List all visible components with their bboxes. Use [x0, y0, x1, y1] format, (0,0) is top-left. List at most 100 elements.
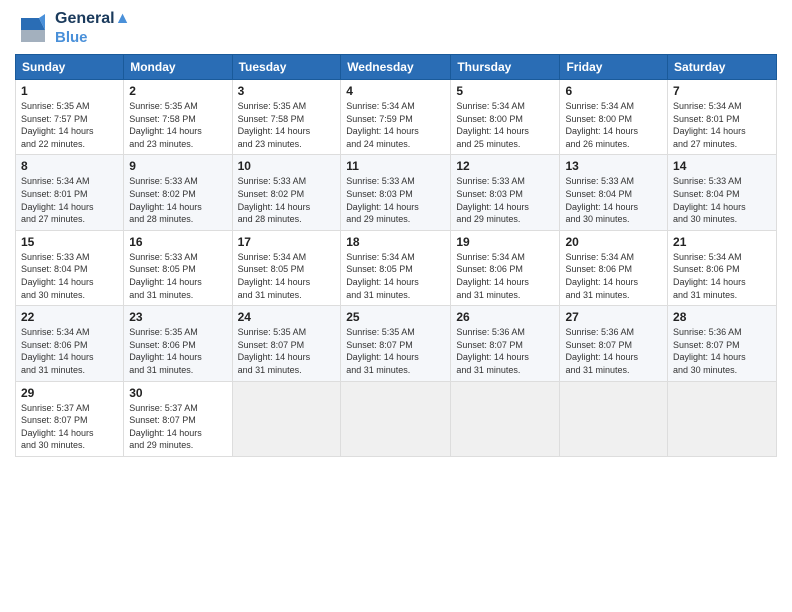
calendar-cell: 25 Sunrise: 5:35 AM Sunset: 8:07 PM Dayli…: [341, 306, 451, 381]
day-info: Sunrise: 5:36 AM Sunset: 8:07 PM Dayligh…: [456, 326, 554, 376]
calendar-cell: [341, 381, 451, 456]
calendar-week-row: 15 Sunrise: 5:33 AM Sunset: 8:04 PM Dayli…: [16, 230, 777, 305]
day-info: Sunrise: 5:34 AM Sunset: 8:05 PM Dayligh…: [346, 251, 445, 301]
day-number: 14: [673, 159, 771, 173]
calendar-cell: 24 Sunrise: 5:35 AM Sunset: 8:07 PM Dayli…: [232, 306, 341, 381]
day-number: 22: [21, 310, 118, 324]
day-number: 13: [565, 159, 662, 173]
day-number: 6: [565, 84, 662, 98]
day-number: 18: [346, 235, 445, 249]
day-number: 24: [238, 310, 336, 324]
col-header-saturday: Saturday: [668, 55, 777, 80]
calendar-cell: 2 Sunrise: 5:35 AM Sunset: 7:58 PM Daylig…: [124, 80, 232, 155]
logo-text-container: General▲ Blue: [55, 10, 130, 46]
col-header-friday: Friday: [560, 55, 668, 80]
calendar-cell: 6Sunrise: 5:34 AM Sunset: 8:00 PM Daylig…: [560, 80, 668, 155]
calendar-cell: 15 Sunrise: 5:33 AM Sunset: 8:04 PM Dayli…: [16, 230, 124, 305]
calendar-week-row: 29 Sunrise: 5:37 AM Sunset: 8:07 PM Dayli…: [16, 381, 777, 456]
calendar-cell: [668, 381, 777, 456]
day-info: Sunrise: 5:35 AM Sunset: 8:07 PM Dayligh…: [346, 326, 445, 376]
col-header-thursday: Thursday: [451, 55, 560, 80]
day-number: 2: [129, 84, 226, 98]
day-number: 16: [129, 235, 226, 249]
day-number: 23: [129, 310, 226, 324]
calendar-cell: 1Sunrise: 5:35 AM Sunset: 7:57 PM Daylig…: [16, 80, 124, 155]
calendar-cell: [451, 381, 560, 456]
calendar-cell: 9Sunrise: 5:33 AM Sunset: 8:02 PM Daylig…: [124, 155, 232, 230]
calendar-cell: 28 Sunrise: 5:36 AM Sunset: 8:07 PM Dayli…: [668, 306, 777, 381]
day-info: Sunrise: 5:35 AM Sunset: 8:06 PM Dayligh…: [129, 326, 226, 376]
calendar-cell: 21 Sunrise: 5:34 AM Sunset: 8:06 PM Dayli…: [668, 230, 777, 305]
col-header-tuesday: Tuesday: [232, 55, 341, 80]
day-number: 8: [21, 159, 118, 173]
calendar-cell: 3 Sunrise: 5:35 AM Sunset: 7:58 PM Daylig…: [232, 80, 341, 155]
day-info: Sunrise: 5:35 AM Sunset: 7:58 PM Dayligh…: [129, 100, 226, 150]
calendar-cell: 16 Sunrise: 5:33 AM Sunset: 8:05 PM Dayli…: [124, 230, 232, 305]
calendar-cell: 19 Sunrise: 5:34 AM Sunset: 8:06 PM Dayli…: [451, 230, 560, 305]
col-header-wednesday: Wednesday: [341, 55, 451, 80]
calendar-cell: [232, 381, 341, 456]
logo: General▲ Blue: [15, 10, 130, 46]
calendar-week-row: 22 Sunrise: 5:34 AM Sunset: 8:06 PM Dayli…: [16, 306, 777, 381]
day-number: 29: [21, 386, 118, 400]
calendar-cell: 26Sunrise: 5:36 AM Sunset: 8:07 PM Dayli…: [451, 306, 560, 381]
day-info: Sunrise: 5:37 AM Sunset: 8:07 PM Dayligh…: [21, 402, 118, 452]
day-number: 3: [238, 84, 336, 98]
calendar-cell: 13Sunrise: 5:33 AM Sunset: 8:04 PM Dayli…: [560, 155, 668, 230]
page: General▲ Blue SundayMondayTuesdayWednesd…: [0, 0, 792, 612]
day-number: 25: [346, 310, 445, 324]
calendar-cell: 11Sunrise: 5:33 AM Sunset: 8:03 PM Dayli…: [341, 155, 451, 230]
logo-svg: [15, 10, 51, 46]
day-info: Sunrise: 5:36 AM Sunset: 8:07 PM Dayligh…: [673, 326, 771, 376]
calendar-cell: 29 Sunrise: 5:37 AM Sunset: 8:07 PM Dayli…: [16, 381, 124, 456]
calendar-cell: 4 Sunrise: 5:34 AM Sunset: 7:59 PM Daylig…: [341, 80, 451, 155]
day-info: Sunrise: 5:37 AM Sunset: 8:07 PM Dayligh…: [129, 402, 226, 452]
col-header-sunday: Sunday: [16, 55, 124, 80]
day-number: 12: [456, 159, 554, 173]
day-number: 28: [673, 310, 771, 324]
day-number: 10: [238, 159, 336, 173]
day-number: 9: [129, 159, 226, 173]
day-number: 19: [456, 235, 554, 249]
calendar-cell: 7 Sunrise: 5:34 AM Sunset: 8:01 PM Daylig…: [668, 80, 777, 155]
day-number: 7: [673, 84, 771, 98]
day-info: Sunrise: 5:33 AM Sunset: 8:02 PM Dayligh…: [238, 175, 336, 225]
day-info: Sunrise: 5:34 AM Sunset: 7:59 PM Dayligh…: [346, 100, 445, 150]
day-number: 17: [238, 235, 336, 249]
day-info: Sunrise: 5:34 AM Sunset: 8:06 PM Dayligh…: [456, 251, 554, 301]
calendar-cell: 18 Sunrise: 5:34 AM Sunset: 8:05 PM Dayli…: [341, 230, 451, 305]
day-number: 30: [129, 386, 226, 400]
calendar-cell: 5Sunrise: 5:34 AM Sunset: 8:00 PM Daylig…: [451, 80, 560, 155]
day-info: Sunrise: 5:34 AM Sunset: 8:06 PM Dayligh…: [565, 251, 662, 301]
logo-blue-label: Blue: [55, 29, 130, 46]
calendar-cell: 22 Sunrise: 5:34 AM Sunset: 8:06 PM Dayli…: [16, 306, 124, 381]
day-info: Sunrise: 5:34 AM Sunset: 8:06 PM Dayligh…: [21, 326, 118, 376]
day-info: Sunrise: 5:33 AM Sunset: 8:03 PM Dayligh…: [346, 175, 445, 225]
day-info: Sunrise: 5:36 AM Sunset: 8:07 PM Dayligh…: [565, 326, 662, 376]
day-info: Sunrise: 5:33 AM Sunset: 8:04 PM Dayligh…: [21, 251, 118, 301]
day-number: 27: [565, 310, 662, 324]
calendar-cell: 23 Sunrise: 5:35 AM Sunset: 8:06 PM Dayli…: [124, 306, 232, 381]
day-info: Sunrise: 5:35 AM Sunset: 7:58 PM Dayligh…: [238, 100, 336, 150]
calendar-week-row: 8Sunrise: 5:34 AM Sunset: 8:01 PM Daylig…: [16, 155, 777, 230]
calendar-week-row: 1Sunrise: 5:35 AM Sunset: 7:57 PM Daylig…: [16, 80, 777, 155]
day-number: 21: [673, 235, 771, 249]
day-number: 20: [565, 235, 662, 249]
day-number: 5: [456, 84, 554, 98]
calendar-table: SundayMondayTuesdayWednesdayThursdayFrid…: [15, 54, 777, 457]
calendar-cell: 12Sunrise: 5:33 AM Sunset: 8:03 PM Dayli…: [451, 155, 560, 230]
calendar-cell: 8Sunrise: 5:34 AM Sunset: 8:01 PM Daylig…: [16, 155, 124, 230]
day-info: Sunrise: 5:35 AM Sunset: 8:07 PM Dayligh…: [238, 326, 336, 376]
day-info: Sunrise: 5:33 AM Sunset: 8:04 PM Dayligh…: [673, 175, 771, 225]
calendar-cell: [560, 381, 668, 456]
day-info: Sunrise: 5:34 AM Sunset: 8:06 PM Dayligh…: [673, 251, 771, 301]
day-info: Sunrise: 5:33 AM Sunset: 8:05 PM Dayligh…: [129, 251, 226, 301]
calendar-cell: 10 Sunrise: 5:33 AM Sunset: 8:02 PM Dayli…: [232, 155, 341, 230]
calendar-cell: 20 Sunrise: 5:34 AM Sunset: 8:06 PM Dayli…: [560, 230, 668, 305]
day-info: Sunrise: 5:34 AM Sunset: 8:01 PM Dayligh…: [673, 100, 771, 150]
day-number: 15: [21, 235, 118, 249]
header: General▲ Blue: [15, 10, 777, 46]
col-header-monday: Monday: [124, 55, 232, 80]
day-number: 4: [346, 84, 445, 98]
day-info: Sunrise: 5:34 AM Sunset: 8:05 PM Dayligh…: [238, 251, 336, 301]
